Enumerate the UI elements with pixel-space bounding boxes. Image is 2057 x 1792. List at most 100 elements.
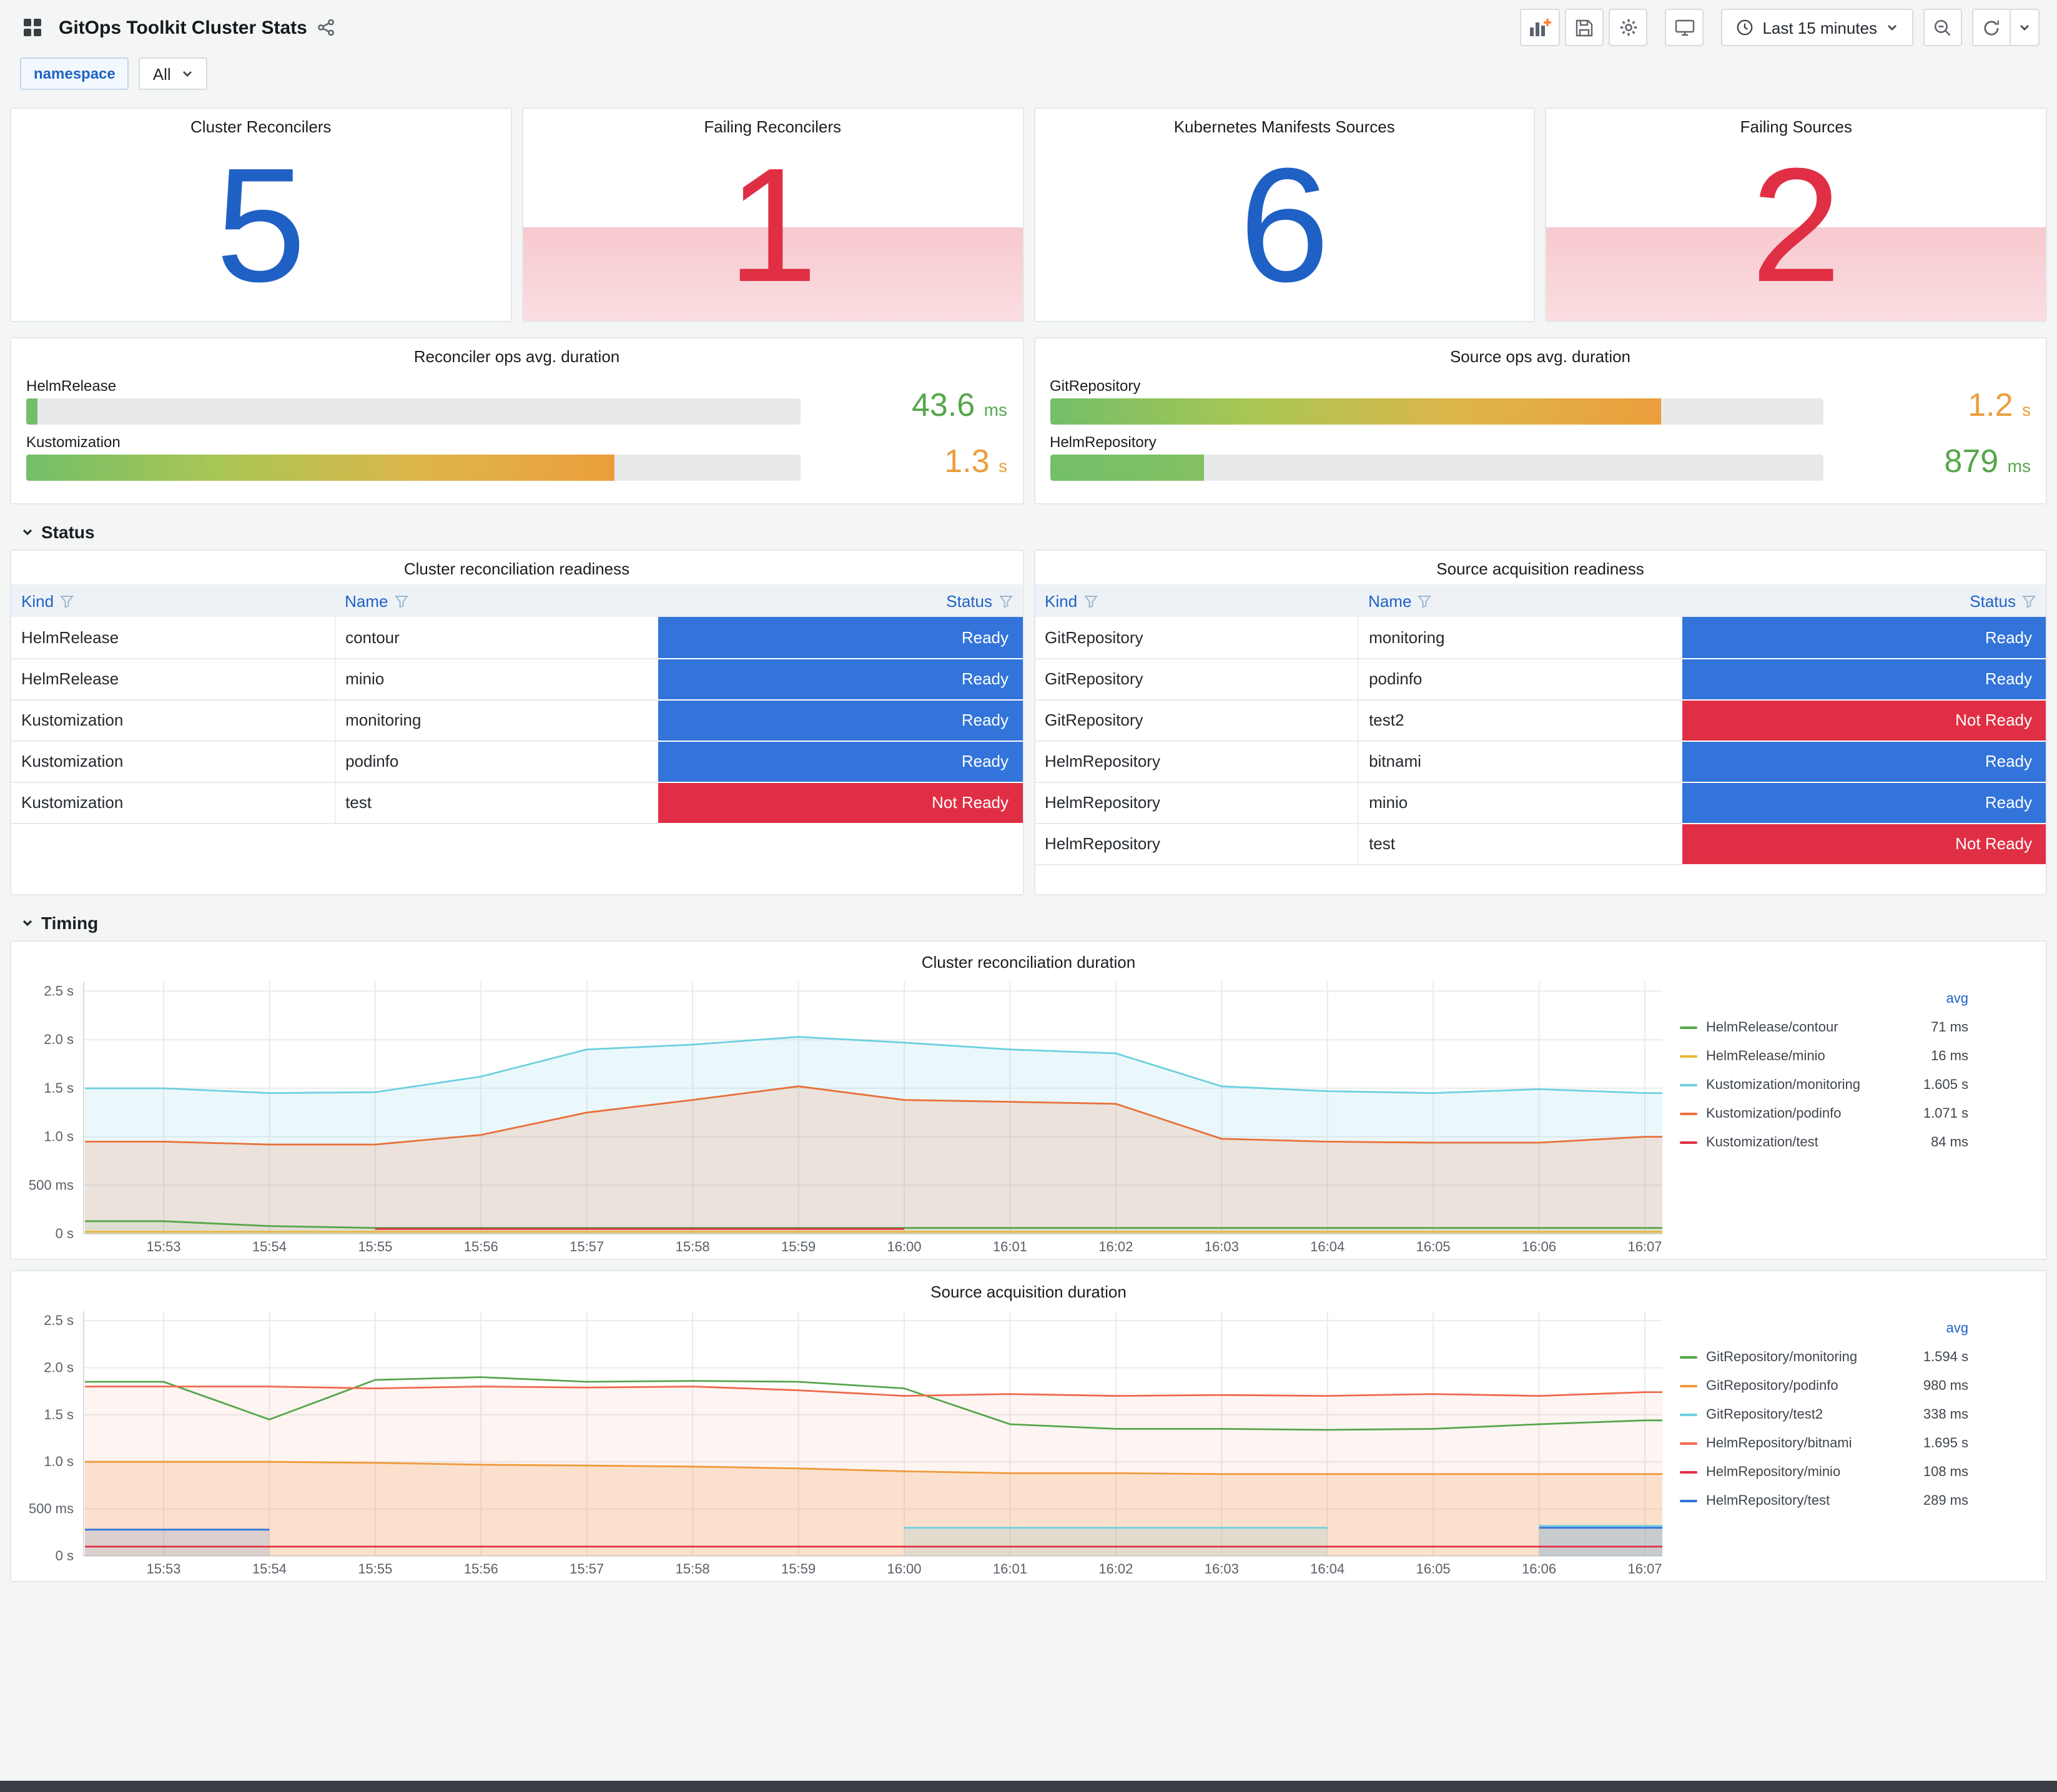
legend-item[interactable]: Kustomization/podinfo 1.071 s (1680, 1099, 1968, 1128)
gauge-helmrelease: HelmRelease 43.6 ms (26, 377, 1007, 425)
kind-cell: HelmRelease (11, 617, 335, 659)
legend-item[interactable]: GitRepository/podinfo 980 ms (1680, 1371, 1968, 1400)
panel-title[interactable]: Cluster reconciliation duration (11, 942, 2046, 974)
status-cell: Not Ready (658, 782, 1022, 824)
zoom-out-button[interactable] (1923, 9, 1962, 46)
svg-text:16:01: 16:01 (993, 1239, 1027, 1254)
save-dashboard-button[interactable] (1565, 9, 1604, 46)
panel-title[interactable]: Source acquisition duration (11, 1271, 2046, 1304)
dashboard-settings-button[interactable] (1609, 9, 1648, 46)
name-cell: contour (334, 617, 659, 659)
series-name: GitRepository/test2 (1706, 1407, 1823, 1422)
column-header-status[interactable]: Status (1682, 584, 2046, 617)
legend-item[interactable]: HelmRelease/minio 16 ms (1680, 1041, 1968, 1070)
readiness-table: Kind Name Status HelmRelease contour Ready… (11, 584, 1022, 824)
svg-text:15:55: 15:55 (358, 1239, 392, 1254)
series-name: Kustomization/podinfo (1706, 1106, 1842, 1121)
status-cell: Ready (658, 617, 1022, 659)
series-avg-value: 1.605 s (1923, 1077, 1968, 1092)
legend-sort-avg[interactable]: avg (1680, 992, 1969, 1007)
panel-source-acquisition-duration: Source acquisition duration 0 s 500 ms 1.0… (10, 1270, 2047, 1582)
chevron-down-icon (22, 529, 32, 536)
panel-cluster-reconcilers: Cluster Reconcilers 5 (10, 107, 512, 322)
kind-cell: Kustomization (11, 782, 335, 824)
status-cell: Ready (1682, 617, 2046, 659)
kind-cell: GitRepository (1035, 658, 1359, 700)
status-cell: Ready (658, 658, 1022, 700)
series-name: HelmRepository/minio (1706, 1464, 1841, 1479)
time-range-picker[interactable]: Last 15 minutes (1721, 9, 1913, 46)
add-panel-button[interactable] (1520, 9, 1561, 46)
panel-title[interactable]: Source acquisition readiness (1035, 551, 2046, 581)
stat-value: 2 (1750, 134, 1842, 316)
table-row: HelmRepository test Not Ready (1035, 823, 2046, 865)
clock-icon (1737, 19, 1753, 36)
table-row: Kustomization test Not Ready (11, 782, 1022, 824)
gauge-label: Kustomization (26, 433, 121, 451)
svg-text:16:01: 16:01 (993, 1561, 1027, 1577)
status-cell: Not Ready (1682, 699, 2046, 741)
legend-sort-avg[interactable]: avg (1680, 1321, 1969, 1336)
legend-item[interactable]: GitRepository/monitoring 1.594 s (1680, 1342, 1968, 1371)
cycle-view-mode-button[interactable] (1665, 9, 1704, 46)
filter-icon (1083, 595, 1098, 608)
column-header-kind[interactable]: Kind (11, 584, 335, 617)
table-row: HelmRepository minio Ready (1035, 782, 2046, 824)
table-row: Kustomization podinfo Ready (11, 741, 1022, 782)
legend-item[interactable]: HelmRelease/contour 71 ms (1680, 1013, 1968, 1041)
zoom-out-icon (1934, 19, 1951, 36)
gauge-bar (1050, 455, 1205, 481)
apps-icon[interactable] (17, 12, 47, 42)
panel-failing-reconcilers: Failing Reconcilers 1 (521, 107, 1024, 322)
series-color-line (1680, 1413, 1697, 1415)
legend-item[interactable]: HelmRepository/minio 108 ms (1680, 1457, 1968, 1486)
series-color-line (1680, 1499, 1697, 1502)
svg-text:16:04: 16:04 (1310, 1561, 1344, 1577)
svg-text:2.0 s: 2.0 s (44, 1359, 74, 1375)
time-series-plot[interactable]: 0 s 500 ms 1.0 s 1.5 s 2.0 s 2.5 s 15:53 15:54 1… (11, 974, 1672, 1259)
legend-item[interactable]: Kustomization/monitoring 1.605 s (1680, 1070, 1968, 1099)
column-header-name[interactable]: Name (1358, 584, 1682, 617)
filter-icon (60, 595, 74, 608)
column-header-name[interactable]: Name (335, 584, 659, 617)
kind-cell: HelmRelease (11, 658, 335, 700)
panel-title[interactable]: Cluster reconciliation readiness (11, 551, 1022, 581)
panel-title[interactable]: Reconciler ops avg. duration (26, 338, 1007, 368)
gauge-label: HelmRelease (26, 377, 117, 395)
share-icon[interactable] (312, 14, 340, 41)
stats-row: Cluster Reconcilers 5 Failing Reconciler… (10, 107, 2047, 322)
series-avg-value: 84 ms (1931, 1135, 1968, 1150)
name-cell: monitoring (1358, 617, 1682, 659)
chevron-down-icon (182, 71, 192, 77)
gauge-row: Reconciler ops avg. duration HelmRelease… (10, 337, 2047, 505)
column-header-status[interactable]: Status (658, 584, 1022, 617)
legend-item[interactable]: HelmRepository/test 289 ms (1680, 1486, 1968, 1515)
column-header-kind[interactable]: Kind (1035, 584, 1359, 617)
name-cell: test (1358, 823, 1682, 865)
series-avg-value: 1.071 s (1923, 1106, 1968, 1121)
panel-title[interactable]: Source ops avg. duration (1050, 338, 2031, 368)
dashboard-header: GitOps Toolkit Cluster Stats Last 15 min… (0, 0, 2057, 55)
dashboard-grid: Cluster Reconcilers 5 Failing Reconciler… (0, 107, 2057, 1582)
name-cell: podinfo (334, 741, 659, 782)
refresh-button[interactable] (1972, 9, 2011, 46)
series-color-line (1680, 1384, 1697, 1387)
variable-namespace-dropdown[interactable]: All (139, 57, 207, 90)
gauge-value: 879 ms (1944, 442, 2031, 480)
legend-item[interactable]: HelmRepository/bitnami 1.695 s (1680, 1429, 1968, 1457)
legend-item[interactable]: GitRepository/test2 338 ms (1680, 1400, 1968, 1429)
refresh-icon (1984, 19, 1999, 35)
section-row-status[interactable]: Status (20, 522, 2047, 542)
time-series-plot[interactable]: 0 s 500 ms 1.0 s 1.5 s 2.0 s 2.5 s 15:53 15:54 1… (11, 1304, 1672, 1581)
series-name: HelmRelease/contour (1706, 1020, 1838, 1035)
refresh-interval-dropdown[interactable] (2010, 9, 2040, 46)
gauge-label: GitRepository (1050, 377, 1141, 395)
svg-text:15:59: 15:59 (781, 1239, 816, 1254)
name-cell: test (334, 782, 659, 824)
section-row-timing[interactable]: Timing (20, 913, 2047, 933)
gauge-bar (26, 398, 38, 425)
gauge-label: HelmRepository (1050, 433, 1157, 451)
gauge-bar (1050, 398, 1661, 425)
toolbar: Last 15 minutes (1510, 9, 2040, 46)
legend-item[interactable]: Kustomization/test 84 ms (1680, 1128, 1968, 1156)
